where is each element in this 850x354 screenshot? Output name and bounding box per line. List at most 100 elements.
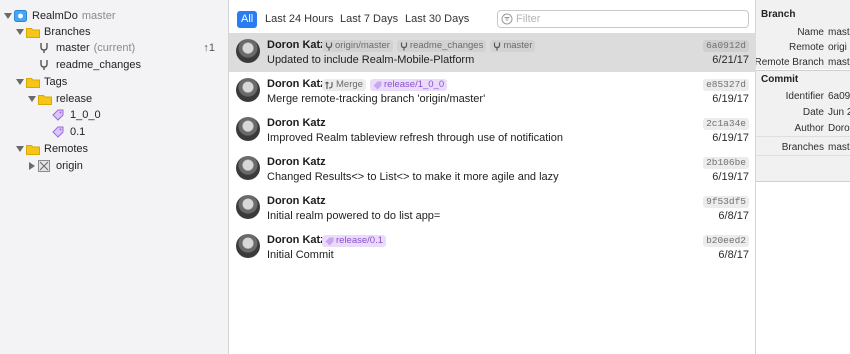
divider (756, 136, 850, 137)
folder-icon (26, 143, 40, 155)
commit-author: Doron Katz (267, 117, 326, 129)
field-key: Date (802, 107, 824, 118)
segment-last-7-days[interactable]: Last 7 Days (336, 11, 402, 28)
ref-label: release/1_0_0 (383, 79, 445, 90)
commit-hash: b20eed2 (703, 235, 749, 247)
commit-author: Doron Katz (267, 156, 326, 168)
commit-author: Doron Katz (267, 195, 326, 207)
tags-label: Tags (44, 76, 68, 88)
commit-refs: origin/master readme_changes master (322, 40, 536, 52)
branch-icon (400, 42, 408, 50)
commit-header: Commit (761, 74, 799, 85)
remotes-label: Remotes (44, 143, 89, 155)
author-avatar (236, 117, 260, 141)
source-control-navigator: RealmDo master Branches master (current)… (0, 0, 229, 354)
release-tag[interactable]: release/1_0_0 (369, 79, 448, 91)
repository-icon (14, 10, 28, 22)
disclosure-open-icon[interactable] (4, 12, 12, 20)
repo-row[interactable]: RealmDo master (4, 8, 233, 24)
tag-icon (325, 237, 334, 245)
remotes-group[interactable]: Remotes (16, 141, 245, 157)
ref-label: origin/master (335, 40, 390, 51)
field-key: Name (797, 27, 824, 38)
commit-row[interactable]: Doron Katz Initial realm powered to do l… (229, 189, 756, 228)
commit-section: Commit Identifier 6a09 Date Jun 2 Author… (756, 71, 850, 181)
branch-header: Branch (761, 9, 796, 20)
commit-author: Doron Katz (267, 39, 326, 51)
tag-icon (373, 81, 382, 89)
tag-folder-label: release (56, 93, 93, 105)
commit-hash: 2c1a34e (703, 118, 749, 130)
commit-hash: 2b106be (703, 157, 749, 169)
branches-label: Branches (44, 26, 91, 38)
disclosure-open-icon[interactable] (16, 145, 24, 153)
commit-row[interactable]: Doron Katz origin/master readme_changes … (229, 33, 756, 72)
commit-row[interactable]: Doron Katz Improved Realm tableview refr… (229, 111, 756, 150)
repo-name: RealmDo (32, 10, 78, 22)
field-key: Branches (781, 142, 824, 153)
commit-history-panel: All Last 24 Hours Last 7 Days Last 30 Da… (229, 0, 756, 354)
branch-name: readme_changes (56, 59, 142, 71)
author-avatar (236, 234, 260, 258)
ahead-count: ↑1 (203, 42, 215, 54)
branch-ref-tag[interactable]: readme_changes (396, 40, 487, 52)
commit-message: Initial Commit (267, 249, 334, 261)
commit-refs: release/0.1 (322, 235, 387, 247)
remote-item-origin[interactable]: origin (28, 158, 257, 174)
release-tag[interactable]: release/0.1 (322, 235, 387, 247)
tag-folder-release[interactable]: release (28, 91, 257, 107)
commit-row[interactable]: Doron Katz Merge release/1_0_0 Merge rem… (229, 72, 756, 111)
remote-icon (38, 160, 52, 172)
filter-input[interactable]: Filter (497, 10, 749, 28)
merge-tag: Merge (322, 79, 366, 91)
field-value: mast (828, 27, 850, 38)
field-value: origi (828, 42, 847, 53)
branch-name: master (56, 42, 90, 54)
branch-ref-tag[interactable]: origin/master (322, 40, 393, 52)
commit-message: Updated to include Realm-Mobile-Platform (267, 54, 475, 66)
branch-ref-tag[interactable]: master (490, 40, 536, 52)
disclosure-open-icon[interactable] (28, 95, 36, 103)
source-control-window: RealmDo master Branches master (current)… (0, 0, 850, 354)
merge-icon (325, 81, 333, 89)
commit-author: Doron Katz (267, 78, 326, 90)
filter-icon (501, 13, 513, 28)
filter-placeholder: Filter (516, 13, 541, 25)
commit-date: 6/19/17 (712, 93, 749, 105)
remote-name: origin (56, 160, 83, 172)
branch-icon (38, 42, 52, 54)
tags-group[interactable]: Tags (16, 74, 245, 90)
branches-group[interactable]: Branches (16, 24, 245, 40)
divider (756, 155, 850, 156)
segment-last-30-days[interactable]: Last 30 Days (401, 11, 473, 28)
disclosure-closed-icon[interactable] (28, 162, 36, 170)
repo-current-branch: master (81, 10, 116, 22)
commit-date: 6/21/17 (712, 54, 749, 66)
commit-row[interactable]: Doron Katz release/0.1 Initial Commit b2… (229, 228, 756, 267)
field-key: Remote Branch (756, 57, 824, 68)
branch-icon (325, 42, 333, 50)
segment-all[interactable]: All (237, 11, 258, 28)
commit-date: 6/19/17 (712, 132, 749, 144)
inspector-panel: Branch Name mast Remote origi Remote Bra… (756, 0, 850, 354)
field-value: 6a09 (828, 91, 850, 102)
segment-last-24-hours[interactable]: Last 24 Hours (261, 11, 337, 28)
folder-icon (38, 93, 52, 105)
field-value: Jun 2 (828, 107, 850, 118)
branch-icon (38, 59, 52, 71)
disclosure-open-icon[interactable] (16, 28, 24, 36)
folder-icon (26, 76, 40, 88)
tag-icon (52, 126, 66, 138)
ref-label: readme_changes (409, 40, 484, 51)
tag-name: 0.1 (70, 126, 86, 138)
commit-message: Initial realm powered to do list app= (267, 210, 441, 222)
field-value: mast (828, 57, 850, 68)
branch-section: Branch Name mast Remote origi Remote Bra… (756, 0, 850, 69)
commit-row[interactable]: Doron Katz Changed Results<> to List<> t… (229, 150, 756, 189)
disclosure-open-icon[interactable] (16, 78, 24, 86)
field-key: Remote (788, 42, 824, 53)
author-avatar (236, 78, 260, 102)
branch-current-note: (current) (93, 42, 136, 54)
commit-refs: Merge release/1_0_0 (322, 79, 448, 91)
branch-icon (494, 42, 501, 50)
